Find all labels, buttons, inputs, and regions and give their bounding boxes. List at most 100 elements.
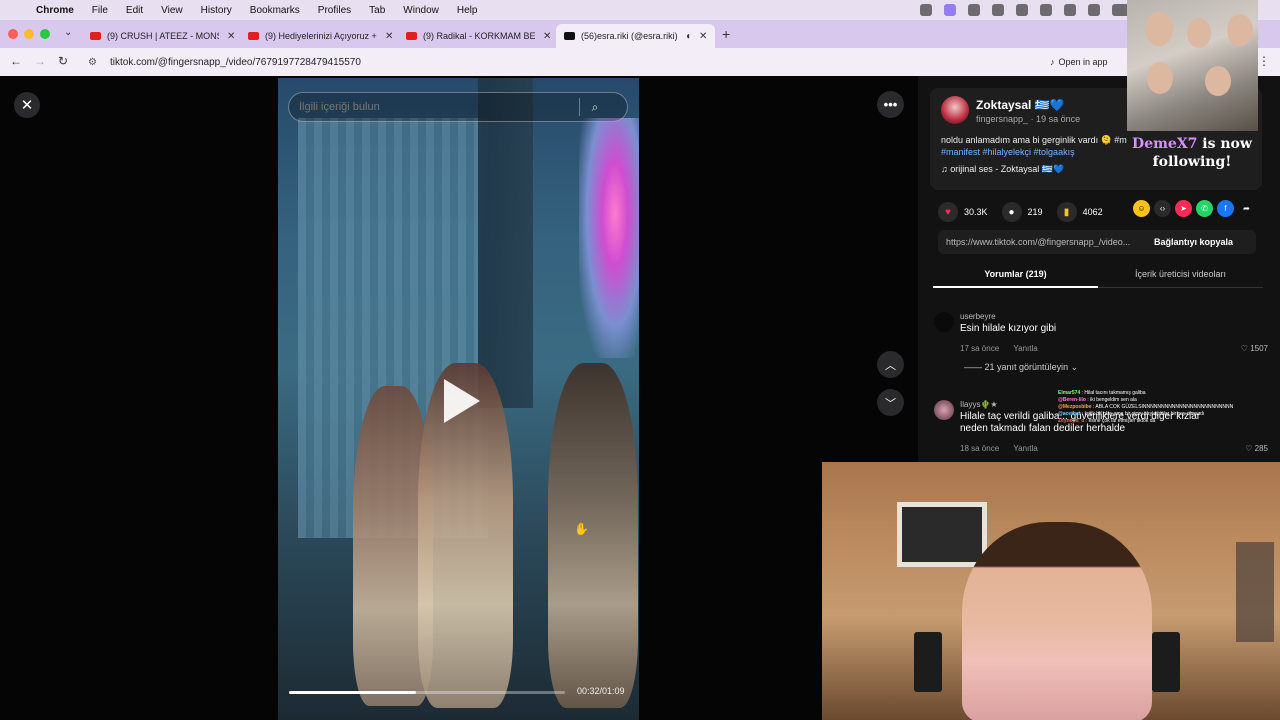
forward-icon[interactable]: →: [34, 54, 46, 68]
next-video-button[interactable]: ﹀: [877, 389, 904, 416]
follow-alert: DemeX7 is now following!: [1130, 135, 1254, 171]
user-icon[interactable]: [1064, 4, 1076, 16]
close-tab-icon[interactable]: ✕: [699, 31, 707, 42]
music-note-icon: ♫: [941, 164, 948, 174]
close-window-button[interactable]: [8, 29, 18, 39]
chat-message: @Beren-lilo : iki bengeldim sen ala: [1058, 397, 1137, 403]
menu-tab[interactable]: Tab: [369, 5, 385, 16]
save-count: 4062: [1082, 207, 1103, 217]
menu-bookmarks[interactable]: Bookmarks: [250, 5, 300, 16]
whatsapp-icon[interactable]: ✆: [1196, 200, 1213, 217]
stage-light: [579, 118, 639, 358]
speaker-figure: [914, 632, 942, 692]
comment-button[interactable]: ● 219: [1001, 202, 1043, 222]
related-search-input[interactable]: [289, 101, 579, 113]
status-icon[interactable]: [920, 4, 932, 16]
heart-icon: ♥: [938, 202, 958, 222]
mouse-cursor-icon: ✋: [574, 522, 589, 536]
more-options-button[interactable]: •••: [877, 91, 904, 118]
tab-tiktok-active[interactable]: (56)esra.riki (@esra.riki) | ◖ ✕: [556, 24, 716, 48]
tab-youtube-3[interactable]: (9) Radikal - KORKMAM BEN ✕: [398, 24, 559, 48]
previous-video-button[interactable]: ︿: [877, 351, 904, 378]
emoji-share-icon[interactable]: ☺: [1133, 200, 1150, 217]
moon-icon[interactable]: [992, 4, 1004, 16]
screen: { "menubar": { "app": "Chrome", "items":…: [0, 0, 1280, 720]
back-icon[interactable]: ←: [10, 54, 22, 68]
video-progress-fill: [289, 691, 416, 694]
input-icon[interactable]: [1040, 4, 1052, 16]
menu-help[interactable]: Help: [457, 5, 478, 16]
close-tab-icon[interactable]: ✕: [543, 31, 551, 42]
embed-icon[interactable]: ‹›: [1154, 200, 1171, 217]
new-tab-button[interactable]: +: [722, 26, 730, 42]
status-icon[interactable]: [944, 4, 956, 16]
menu-file[interactable]: File: [92, 5, 108, 16]
search-icon[interactable]: ⌕: [580, 100, 610, 115]
menu-profiles[interactable]: Profiles: [318, 5, 351, 16]
dancer-figure: [548, 363, 638, 708]
open-in-app-label: Open in app: [1058, 57, 1108, 67]
follower-name: DemeX7: [1132, 136, 1198, 152]
stream-chat: Elmar574 : Hilal tacını takmamış galiba …: [1058, 390, 1280, 425]
room-window: [897, 502, 987, 567]
related-search-box: ⌕: [288, 92, 628, 122]
menu-history[interactable]: History: [201, 5, 232, 16]
author-handle[interactable]: fingersnapp_: [976, 114, 1028, 124]
facebook-icon[interactable]: f: [1217, 200, 1234, 217]
menu-window[interactable]: Window: [403, 5, 439, 16]
streamer-figure: [962, 522, 1152, 720]
status-icon[interactable]: [968, 4, 980, 16]
music-title[interactable]: orijinal ses - Zoktaysal 🇬🇷💙: [950, 164, 1064, 174]
minimize-window-button[interactable]: [24, 29, 34, 39]
share-arrow-icon[interactable]: ➦: [1238, 200, 1255, 217]
chat-text: ABLA COK GÜZELSINNNNNNNNNNNNNNNNNNNNNNNN…: [1095, 404, 1234, 410]
face-figure: [1187, 18, 1211, 48]
play-icon[interactable]: [1016, 4, 1028, 16]
video-progress-bar[interactable]: [289, 691, 565, 694]
tiktok-icon: ♪: [1050, 57, 1055, 67]
webcam-overlay: [822, 462, 1280, 720]
tab-search-chevron-icon[interactable]: ⌄: [64, 27, 72, 38]
like-button[interactable]: ♥ 30.3K: [938, 202, 988, 222]
address-bar[interactable]: ⚙ tiktok.com/@fingersnapp_/video/7679197…: [80, 52, 1130, 72]
url-text[interactable]: tiktok.com/@fingersnapp_/video/767919772…: [110, 57, 361, 68]
tab-youtube-2[interactable]: (9) Hediyelerinizi Açıyoruz + ✕: [240, 24, 401, 48]
zoom-window-button[interactable]: [40, 29, 50, 39]
close-tab-icon[interactable]: ✕: [227, 31, 235, 42]
open-in-app-button[interactable]: ♪ Open in app: [1050, 52, 1108, 72]
avatar[interactable]: [941, 96, 969, 124]
close-icon: ✕: [20, 97, 34, 114]
wall-board: [1236, 542, 1274, 642]
wifi-icon[interactable]: [1088, 4, 1100, 16]
menu-app-name[interactable]: Chrome: [36, 5, 74, 16]
speaker-figure: [1152, 632, 1180, 692]
video-time: 00:32/01:09: [577, 686, 625, 696]
face-figure: [1145, 12, 1173, 46]
tab-title: (9) Radikal - KORKMAM BEN: [423, 31, 535, 41]
site-info-icon[interactable]: ⚙: [88, 57, 100, 68]
chat-message: @Mezposbibe : ABLA COK GÜZELSINNNNNNNNNN…: [1058, 404, 1234, 410]
author-display-name[interactable]: Zoktaysal 🇬🇷💙: [976, 98, 1065, 112]
close-video-button[interactable]: ✕: [14, 92, 40, 118]
chat-message: Zeynepd_d : esine çok laf etmişler tikto…: [1058, 418, 1156, 424]
send-icon[interactable]: ➤: [1175, 200, 1192, 217]
menu-edit[interactable]: Edit: [126, 5, 143, 16]
music-row[interactable]: ♫ orijinal ses - Zoktaysal 🇬🇷💙: [941, 164, 1064, 175]
menu-view[interactable]: View: [161, 5, 183, 16]
chat-text: kritik bir olay ama bir story paylaşsala…: [1084, 411, 1205, 417]
share-icons: ☺ ‹› ➤ ✆ f ➦: [1133, 200, 1255, 217]
tab-youtube-1[interactable]: (9) CRUSH | ATEEZ - MONST ✕: [82, 24, 243, 48]
like-count: 30.3K: [964, 207, 988, 217]
tab-bar: ⌄ (9) CRUSH | ATEEZ - MONST ✕ (9) Hediye…: [0, 20, 1280, 48]
more-menu-icon[interactable]: ⋮: [1258, 54, 1270, 68]
close-tab-icon[interactable]: ✕: [385, 31, 393, 42]
save-button[interactable]: ▮ 4062: [1056, 202, 1103, 222]
face-figure: [1147, 62, 1173, 94]
play-icon[interactable]: [444, 379, 480, 423]
hashtags[interactable]: #manifest #hilalyelekçi #tolgaakış: [941, 147, 1075, 157]
reload-icon[interactable]: ↻: [58, 54, 68, 68]
speaker-icon[interactable]: ◖: [685, 31, 691, 42]
chat-user: @acethat: [1058, 411, 1081, 417]
group-camera-overlay: [1127, 0, 1258, 131]
tiktok-icon: [564, 32, 575, 40]
